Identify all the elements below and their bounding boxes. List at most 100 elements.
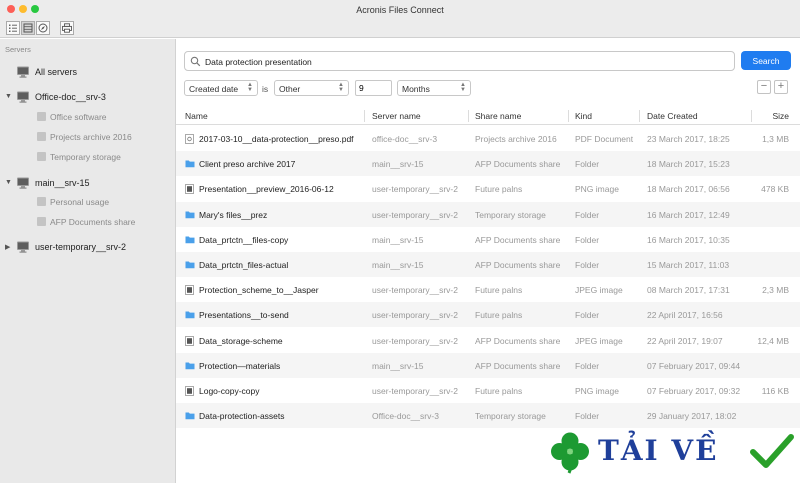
filter-operator-label: is <box>262 84 269 94</box>
column-divider[interactable] <box>468 110 469 122</box>
disclosure-open-icon[interactable]: ▼ <box>5 179 12 186</box>
sidebar-share-label: Office software <box>50 112 107 122</box>
cell-server: main__srv-15 <box>372 260 424 270</box>
cell-kind: PDF Document <box>575 134 634 144</box>
sidebar: Servers All servers ▼ Office-doc__srv-3 … <box>0 39 176 483</box>
print-button[interactable] <box>60 21 74 35</box>
sidebar-item-all-servers[interactable]: All servers <box>0 64 176 80</box>
cell-name: Data_prtctn__files-copy <box>199 234 289 245</box>
sidebar-server-user-temporary[interactable]: ▶ user-temporary__srv-2 <box>0 239 176 255</box>
column-header-date[interactable]: Date Created <box>647 111 698 121</box>
column-divider[interactable] <box>364 110 365 122</box>
cell-share: AFP Documents share <box>475 360 561 371</box>
column-divider[interactable] <box>568 110 569 122</box>
search-input[interactable] <box>205 55 725 68</box>
table-row[interactable]: Mary's files__prez user-temporary__srv-2 T… <box>176 201 800 227</box>
cell-name: Protection—materials <box>199 360 281 371</box>
cell-share: AFP Documents share <box>475 159 561 170</box>
table-row[interactable]: Data_prtctn__files-copy main__srv-15 AFP D… <box>176 227 800 252</box>
cell-size: 116 KB <box>761 386 789 396</box>
column-header-name[interactable]: Name <box>185 111 208 121</box>
sidebar-share-personal-usage[interactable]: Personal usage <box>0 195 176 209</box>
clover-icon <box>551 432 589 474</box>
cell-share: Projects archive 2016 <box>475 134 557 144</box>
cell-kind: Folder <box>575 260 600 270</box>
table-row[interactable]: 2017-03-10__data-protection__preso.pdf of… <box>176 126 800 151</box>
table-row[interactable]: Data_prtctn_files-actual main__srv-15 AFP … <box>176 252 800 277</box>
sidebar-share-temporary-storage[interactable]: Temporary storage <box>0 150 176 164</box>
add-filter-button[interactable]: + <box>774 80 788 94</box>
share-icon <box>37 197 46 206</box>
cell-name: Logo-copy-copy <box>199 386 260 396</box>
table-row[interactable]: Logo-copy-copy user-temporary__srv-2 Futur… <box>176 378 800 403</box>
browse-view-button[interactable] <box>36 21 50 35</box>
cell-kind: JPEG image <box>575 285 623 296</box>
detail-view-button[interactable] <box>21 21 35 35</box>
check-icon <box>750 434 794 468</box>
folder-icon <box>185 260 195 271</box>
search-field[interactable] <box>184 51 735 71</box>
cell-date: 16 March 2017, 12:49 <box>647 209 730 220</box>
table-row[interactable]: Client preso archive 2017 main__srv-15 AFP… <box>176 151 800 177</box>
filter-condition-select[interactable]: Other ▲ ▼ <box>274 80 349 96</box>
filter-number-input[interactable] <box>355 80 392 96</box>
column-divider[interactable] <box>639 110 640 122</box>
sidebar-share-afp-documents[interactable]: AFP Documents share <box>0 215 176 229</box>
folder-icon <box>185 310 195 321</box>
share-icon <box>37 152 46 161</box>
cell-server: main__srv-15 <box>372 159 424 170</box>
cell-kind: Folder <box>575 360 600 371</box>
sidebar-server-label: Office-doc__srv-3 <box>35 92 106 102</box>
folder-icon <box>185 361 195 372</box>
cell-kind: Folder <box>575 411 600 422</box>
sidebar-share-label: Personal usage <box>50 197 110 207</box>
column-header-server[interactable]: Server name <box>372 111 421 121</box>
filter-field-select[interactable]: Created date ▲ ▼ <box>184 80 258 96</box>
cell-name: Data_storage-scheme <box>199 335 283 346</box>
image-file-icon <box>185 285 194 297</box>
column-header-kind[interactable]: Kind <box>575 111 592 121</box>
cell-kind: PNG image <box>575 386 619 396</box>
disclosure-closed-icon[interactable]: ▶ <box>5 243 10 251</box>
sidebar-share-projects-archive[interactable]: Projects archive 2016 <box>0 130 176 144</box>
table-row[interactable]: Protection—materials main__srv-15 AFP Docu… <box>176 352 800 378</box>
up-down-arrows-icon: ▲ ▼ <box>460 82 466 93</box>
toolbar <box>0 20 800 38</box>
table-row[interactable]: Protection_scheme_to__Jasper user-tempora… <box>176 277 800 302</box>
title-bar: Acronis Files Connect <box>0 0 800 20</box>
sidebar-server-main[interactable]: ▼ main__srv-15 <box>0 175 176 191</box>
cell-server: user-temporary__srv-2 <box>372 184 458 195</box>
cell-kind: Folder <box>575 209 600 220</box>
table-row[interactable]: Data-protection-assets Office-doc__srv-3 T… <box>176 403 800 429</box>
filter-unit-select[interactable]: Months ▲ ▼ <box>397 80 471 96</box>
sidebar-share-label: Projects archive 2016 <box>50 132 132 142</box>
column-header-size[interactable]: Size <box>772 111 789 121</box>
cell-server: user-temporary__srv-2 <box>372 335 458 346</box>
column-header-share[interactable]: Share name <box>475 111 521 121</box>
list-view-button[interactable] <box>6 21 20 35</box>
column-divider[interactable] <box>751 110 752 122</box>
cell-server: main__srv-15 <box>372 360 424 371</box>
folder-icon <box>185 210 195 221</box>
table-row[interactable]: Data_storage-scheme user-temporary__srv-2… <box>176 328 800 353</box>
sidebar-share-label: AFP Documents share <box>50 217 136 227</box>
cell-kind: JPEG image <box>575 335 623 346</box>
cell-size: 12,4 MB <box>757 335 789 346</box>
cell-server: Office-doc__srv-3 <box>372 411 439 422</box>
watermark: TẢI VỀ <box>546 428 798 480</box>
folder-icon <box>185 159 195 170</box>
sidebar-share-office-software[interactable]: Office software <box>0 110 176 124</box>
cell-share: AFP Documents share <box>475 335 561 346</box>
cell-date: 15 March 2017, 11:03 <box>647 260 730 270</box>
remove-filter-button[interactable]: − <box>757 80 771 94</box>
cell-date: 22 April 2017, 19:07 <box>647 335 723 346</box>
table-row[interactable]: Presentation__preview_2016-06-12 user-tem… <box>176 176 800 201</box>
search-button[interactable]: Search <box>741 51 791 70</box>
cell-name: Protection_scheme_to__Jasper <box>199 285 319 296</box>
cell-share: Future palns <box>475 310 523 321</box>
table-row[interactable]: Presentations__to-send user-temporary__sr… <box>176 302 800 328</box>
disclosure-open-icon[interactable]: ▼ <box>5 93 12 100</box>
table-header: Name Server name Share name Kind Date Cr… <box>176 107 800 125</box>
sidebar-server-office-doc[interactable]: ▼ Office-doc__srv-3 <box>0 89 176 105</box>
filter-field-value: Created date <box>189 84 239 94</box>
